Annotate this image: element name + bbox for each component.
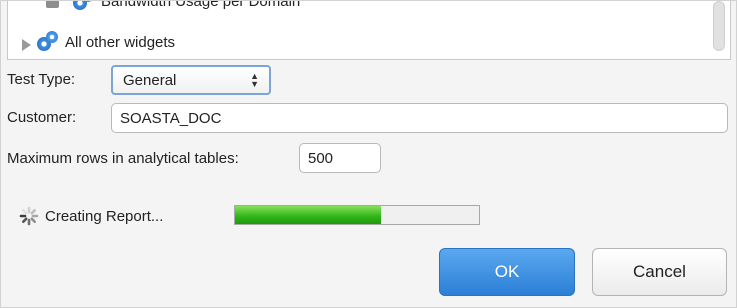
loading-spinner-icon xyxy=(19,206,39,226)
expand-triangle-icon[interactable] xyxy=(22,39,31,51)
progress-bar xyxy=(234,205,480,225)
test-type-value: General xyxy=(123,71,177,89)
ok-button[interactable]: OK xyxy=(439,248,575,296)
max-rows-input[interactable]: 500 xyxy=(299,143,381,173)
max-rows-label: Maximum rows in analytical tables: xyxy=(7,150,239,167)
widget-item-bandwidth[interactable]: Bandwidth Usage per Domain xyxy=(46,1,300,12)
select-arrows-icon: ▲ ▼ xyxy=(250,71,259,89)
customer-label: Customer: xyxy=(7,109,77,126)
customer-input[interactable]: SOASTA_DOC xyxy=(111,103,728,133)
test-type-label: Test Type: xyxy=(7,71,76,88)
gear-icon xyxy=(37,31,59,53)
scrollbar[interactable] xyxy=(713,1,725,51)
customer-value: SOASTA_DOC xyxy=(120,109,222,127)
status-text: Creating Report... xyxy=(45,208,164,225)
checkbox-icon[interactable] xyxy=(46,1,59,8)
progress-fill xyxy=(235,206,382,224)
create-report-dialog: Bandwidth Usage per Domain All other wid… xyxy=(0,0,737,308)
widget-item-label: Bandwidth Usage per Domain xyxy=(101,1,301,10)
widget-list[interactable]: Bandwidth Usage per Domain All other wid… xyxy=(7,1,731,60)
widget-item-label: All other widgets xyxy=(65,33,176,51)
cancel-button[interactable]: Cancel xyxy=(592,248,727,296)
widget-item-all-other[interactable]: All other widgets xyxy=(22,31,175,53)
gear-icon xyxy=(73,1,95,12)
max-rows-value: 500 xyxy=(308,149,334,167)
test-type-select[interactable]: General ▲ ▼ xyxy=(111,65,271,95)
